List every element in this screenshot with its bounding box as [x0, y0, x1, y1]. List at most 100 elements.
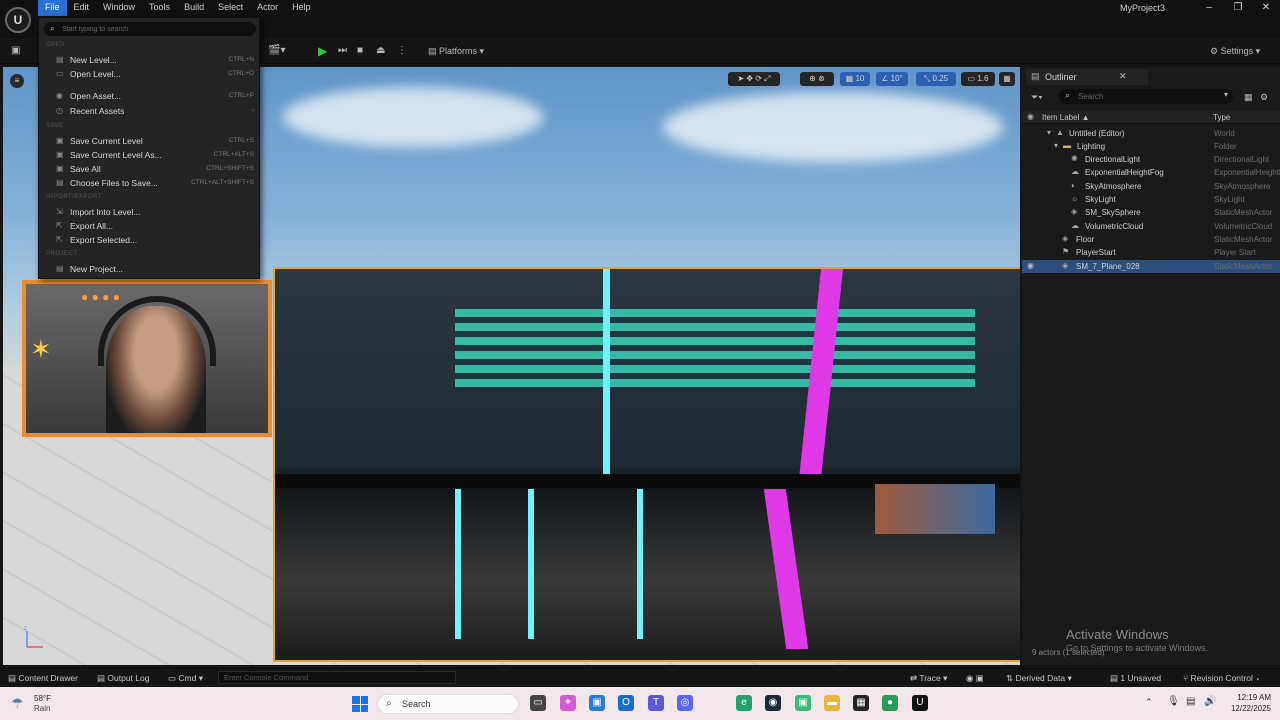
outlook-icon[interactable]: O — [618, 695, 634, 711]
outliner-row[interactable]: ▾ ▬ Lighting Folder — [1022, 140, 1280, 153]
close-icon[interactable]: ✕ — [1119, 71, 1127, 82]
step-icon[interactable]: ⏭ — [338, 42, 347, 60]
unreal-logo-icon[interactable]: U — [5, 7, 31, 33]
settings-button[interactable]: ⚙ Settings ▾ — [1210, 42, 1260, 60]
menu-save-current-level-as[interactable]: ▣ Save Current Level As... CTRL+ALT+S — [39, 148, 259, 162]
outliner-search-box[interactable]: ⌕ ▾ — [1059, 89, 1233, 104]
rotation-snap-toggle[interactable]: ∠ 10° — [876, 72, 908, 86]
taskbar-search-box[interactable]: ⌕ Search — [377, 694, 519, 714]
record-icon[interactable]: ◉ ▣ — [966, 673, 984, 684]
play-icon[interactable]: ▶ — [318, 42, 327, 60]
menu-open-level[interactable]: ▭ Open Level... CTRL+O — [39, 67, 259, 81]
tab-outliner[interactable]: ▤ Outliner ✕ — [1026, 69, 1148, 85]
app-icon[interactable]: ▣ — [795, 695, 811, 711]
content-drawer-button[interactable]: ▤ Content Drawer — [8, 673, 78, 684]
trace-button[interactable]: ⇄ Trace ▾ — [910, 673, 947, 684]
clock-date[interactable]: 12/22/2025 — [1226, 704, 1271, 713]
weather-temperature[interactable]: 58°F — [34, 694, 51, 703]
microphone-icon[interactable]: 🎙 — [1167, 696, 1180, 707]
discord-icon[interactable]: ◎ — [677, 695, 693, 711]
volume-icon[interactable]: 🔊 — [1204, 696, 1216, 707]
menu-search-input[interactable] — [62, 23, 250, 35]
add-folder-icon[interactable]: ▦ — [1244, 92, 1253, 103]
menu-build[interactable]: Build — [177, 0, 211, 16]
grid-snap-toggle[interactable]: ▦ 10 — [840, 72, 870, 86]
menu-select[interactable]: Select — [211, 0, 250, 16]
menu-tools[interactable]: Tools — [142, 0, 177, 16]
chevron-down-icon[interactable]: ▾ — [1054, 141, 1058, 150]
chevron-down-icon[interactable]: ▾ — [1224, 90, 1228, 99]
teams-icon[interactable]: T — [648, 695, 664, 711]
revision-control-button[interactable]: ⑂ Revision Control ▾ — [1183, 673, 1260, 683]
menu-actor[interactable]: Actor — [250, 0, 285, 16]
outliner-row[interactable]: ◐ SkyAtmosphere SkyAtmosphere — [1022, 180, 1280, 193]
outliner-row[interactable]: ▾ ▲ Untitled (Editor) World — [1022, 127, 1280, 140]
outliner-row-selected[interactable]: ◉ ◈ SM_7_Plane_028 StaticMeshActor — [1022, 260, 1280, 273]
eye-icon[interactable]: ◉ — [1027, 112, 1034, 121]
menu-file[interactable]: File — [38, 0, 67, 16]
gear-icon[interactable]: ⚙ — [1260, 92, 1268, 103]
menu-choose-files-to-save[interactable]: ▤ Choose Files to Save... CTRL+ALT+SHIFT… — [39, 176, 259, 190]
rain-cloud-icon[interactable]: ☂ — [11, 695, 24, 712]
copilot-icon[interactable]: ✦ — [560, 695, 576, 711]
network-icon[interactable]: ▤ — [1186, 696, 1195, 707]
unreal-engine-icon[interactable]: U — [912, 695, 928, 711]
cmd-dropdown[interactable]: ▭ Cmd ▾ — [168, 673, 203, 684]
menu-new-project[interactable]: ▤ New Project... — [39, 262, 259, 276]
app-icon[interactable]: ● — [882, 695, 898, 711]
camera-speed-button[interactable]: ▭ 1.6 — [961, 72, 995, 86]
app-icon[interactable]: ▦ — [853, 695, 869, 711]
menu-window[interactable]: Window — [96, 0, 142, 16]
menu-edit[interactable]: Edit — [67, 0, 97, 16]
console-command-input[interactable] — [219, 672, 455, 683]
clock-time[interactable]: 12:19 AM — [1226, 693, 1271, 702]
outliner-search-input[interactable] — [1078, 91, 1218, 102]
outliner-row[interactable]: ⚑ PlayerStart Player Start — [1022, 246, 1280, 259]
chevron-down-icon[interactable]: ▾ — [1047, 128, 1051, 137]
selected-mesh-plane[interactable] — [273, 267, 1020, 662]
outliner-row[interactable]: ✺ DirectionalLight DirectionalLight — [1022, 153, 1280, 166]
menu-recent-assets[interactable]: ◷ Recent Assets › — [39, 104, 259, 118]
menu-save-current-level[interactable]: ▣ Save Current Level CTRL+S — [39, 134, 259, 148]
menu-export-selected[interactable]: ⇱ Export Selected... — [39, 233, 259, 247]
column-item-label[interactable]: Item Label ▲ — [1042, 113, 1090, 122]
outliner-row[interactable]: ☁ ExponentialHeightFog ExponentialHeight… — [1022, 166, 1280, 179]
unsaved-button[interactable]: ▤ 1 Unsaved — [1110, 673, 1161, 684]
outliner-row[interactable]: ☁ VolumetricCloud VolumetricCloud — [1022, 220, 1280, 233]
menu-search-box[interactable]: ⌕ — [44, 22, 256, 36]
menu-export-all[interactable]: ⇱ Export All... — [39, 219, 259, 233]
filter-icon[interactable]: ⏷▾ — [1031, 92, 1043, 103]
menu-import-into-level[interactable]: ⇲ Import Into Level... — [39, 205, 259, 219]
scale-snap-toggle[interactable]: ⤡ 0.25 — [916, 72, 956, 86]
minimize-icon[interactable]: – — [1196, 1, 1222, 15]
menu-save-all[interactable]: ▣ Save All CTRL+SHIFT+S — [39, 162, 259, 176]
derived-data-button[interactable]: ⇅ Derived Data ▾ — [1006, 673, 1072, 684]
play-options-icon[interactable]: ⋮ — [397, 42, 407, 60]
stop-icon[interactable]: ■ — [357, 42, 363, 60]
windows-start-icon[interactable] — [352, 696, 368, 712]
output-log-button[interactable]: ▤ Output Log — [97, 673, 149, 684]
store-icon[interactable]: ▣ — [589, 695, 605, 711]
transform-tools[interactable]: ➤ ✥ ⟳ ⤢ — [728, 72, 780, 86]
file-explorer-icon[interactable]: ▬ — [824, 695, 840, 711]
save-icon[interactable]: ▣ — [11, 42, 20, 60]
close-icon[interactable]: ✕ — [1253, 1, 1279, 15]
layout-icon[interactable]: ▦ — [999, 72, 1015, 86]
viewport-menu-icon[interactable]: ≡ — [10, 74, 24, 88]
console-command-field[interactable] — [218, 671, 456, 684]
chevron-up-icon[interactable]: ⌃ — [1145, 697, 1153, 708]
menu-help[interactable]: Help — [285, 0, 318, 16]
maximize-icon[interactable]: ❐ — [1225, 1, 1251, 15]
edge-icon[interactable]: e — [736, 695, 752, 711]
weather-condition[interactable]: Rain — [34, 704, 50, 713]
steam-icon[interactable]: ◉ — [765, 695, 781, 711]
menu-new-level[interactable]: ▤ New Level... CTRL+N — [39, 53, 259, 67]
outliner-row[interactable]: ◈ SM_SkySphere StaticMeshActor — [1022, 206, 1280, 219]
outliner-row[interactable]: ◈ Floor StaticMeshActor — [1022, 233, 1280, 246]
mode-dropdown-icon[interactable]: 🎬▾ — [268, 42, 285, 60]
eject-icon[interactable]: ⏏ — [376, 42, 385, 60]
outliner-row[interactable]: ☼ SkyLight SkyLight — [1022, 193, 1280, 206]
coord-space-icon[interactable]: ⊕ ⊗ — [800, 72, 834, 86]
eye-icon[interactable]: ◉ — [1027, 261, 1034, 270]
column-type[interactable]: Type — [1213, 113, 1230, 122]
